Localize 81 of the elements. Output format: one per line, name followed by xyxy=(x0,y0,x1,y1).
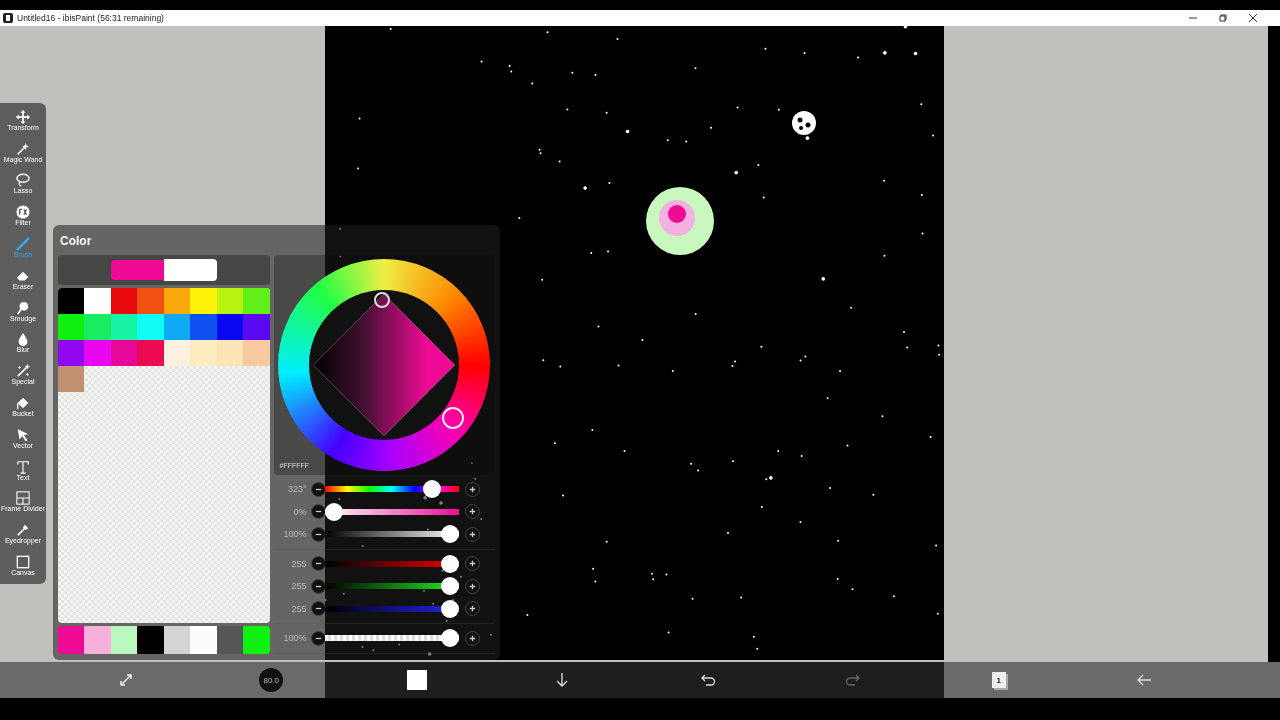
wand-icon xyxy=(16,141,30,156)
history-swatch[interactable] xyxy=(163,626,191,654)
sparkle-icon xyxy=(16,364,30,379)
palette-swatch[interactable] xyxy=(58,366,85,392)
current-color-swatch[interactable] xyxy=(110,260,164,280)
plus-icon xyxy=(467,484,477,494)
close-icon[interactable] xyxy=(1248,13,1258,23)
palette-swatch[interactable] xyxy=(190,340,217,366)
letter-icon xyxy=(16,459,30,474)
history-swatch[interactable] xyxy=(216,626,244,654)
palette-swatch[interactable] xyxy=(137,288,164,314)
brush-icon xyxy=(16,237,30,252)
palette-swatch[interactable] xyxy=(243,340,270,366)
plus-icon xyxy=(467,581,477,591)
history-swatch[interactable] xyxy=(58,626,85,654)
frame-icon xyxy=(16,491,30,506)
palette-swatch[interactable] xyxy=(110,340,138,366)
palette-swatch[interactable] xyxy=(216,288,244,314)
current-color-swatch[interactable] xyxy=(163,259,217,281)
brush-size-button[interactable]: 80.0 xyxy=(259,668,284,692)
slider-thumb[interactable] xyxy=(423,480,442,499)
plus-icon xyxy=(467,559,477,569)
pointer-icon xyxy=(16,427,30,442)
palette-swatch[interactable] xyxy=(84,288,111,314)
history-swatch[interactable] xyxy=(190,626,217,654)
plus-icon xyxy=(467,529,477,539)
window-title: Untitled16 - ibisPaint (56:31 remaining) xyxy=(17,13,164,23)
minus-button[interactable] xyxy=(310,630,326,646)
slider-thumb[interactable] xyxy=(440,577,459,596)
palette-swatch[interactable] xyxy=(163,340,191,366)
palette-swatch[interactable] xyxy=(110,314,138,340)
slider-value: 255 xyxy=(290,581,307,592)
smudge-icon xyxy=(16,300,30,315)
palette-swatch[interactable] xyxy=(163,288,191,314)
history-swatch[interactable] xyxy=(84,626,111,654)
palette-swatch[interactable] xyxy=(137,314,164,340)
undo-icon[interactable] xyxy=(699,672,716,688)
palette-swatch[interactable] xyxy=(216,314,244,340)
palette-swatch[interactable] xyxy=(110,288,138,314)
bucket-icon xyxy=(16,396,30,411)
square-icon xyxy=(16,555,30,570)
slider-value: 100% xyxy=(282,529,307,540)
back-arrow-icon[interactable] xyxy=(1136,672,1153,688)
slider-value: 323° xyxy=(286,484,307,495)
restore-icon[interactable] xyxy=(1218,13,1228,23)
history-swatch[interactable] xyxy=(137,626,164,654)
color-button[interactable] xyxy=(406,670,427,690)
palette-swatch[interactable] xyxy=(58,314,85,340)
slider-thumb[interactable] xyxy=(440,629,459,648)
palette-swatch[interactable] xyxy=(163,314,191,340)
slider-value: 100% xyxy=(282,633,307,644)
history-swatch[interactable] xyxy=(110,626,138,654)
slider-thumb[interactable] xyxy=(440,525,459,544)
minus-button[interactable] xyxy=(310,504,326,520)
history-swatch[interactable] xyxy=(243,626,270,654)
palette-swatch[interactable] xyxy=(216,340,244,366)
palette-swatch[interactable] xyxy=(243,288,270,314)
plus-icon xyxy=(467,633,477,643)
redo-icon[interactable] xyxy=(845,672,862,688)
layers-button[interactable]: 1 xyxy=(991,672,1006,688)
move-arrows-icon xyxy=(16,109,30,124)
panel-title: Color xyxy=(59,233,93,250)
app-icon xyxy=(3,13,13,23)
palette-swatch[interactable] xyxy=(243,314,270,340)
palette-swatch[interactable] xyxy=(190,288,217,314)
palette-swatch[interactable] xyxy=(137,340,164,366)
palette-swatch[interactable] xyxy=(190,314,217,340)
lasso-icon xyxy=(16,173,30,188)
palette-swatch[interactable] xyxy=(58,288,85,314)
plus-icon xyxy=(467,507,477,517)
plus-icon xyxy=(467,604,477,614)
transform-tool-icon[interactable] xyxy=(117,672,134,688)
palette-swatch[interactable] xyxy=(84,340,111,366)
slider-value: 255 xyxy=(290,603,307,614)
slider-value: 0% xyxy=(292,506,307,517)
drop-icon xyxy=(16,332,30,347)
slider-value: 255 xyxy=(290,558,307,569)
fx-icon xyxy=(16,205,30,220)
dropper-icon xyxy=(16,523,30,538)
palette-swatch[interactable] xyxy=(84,314,111,340)
palette-swatch[interactable] xyxy=(58,340,85,366)
